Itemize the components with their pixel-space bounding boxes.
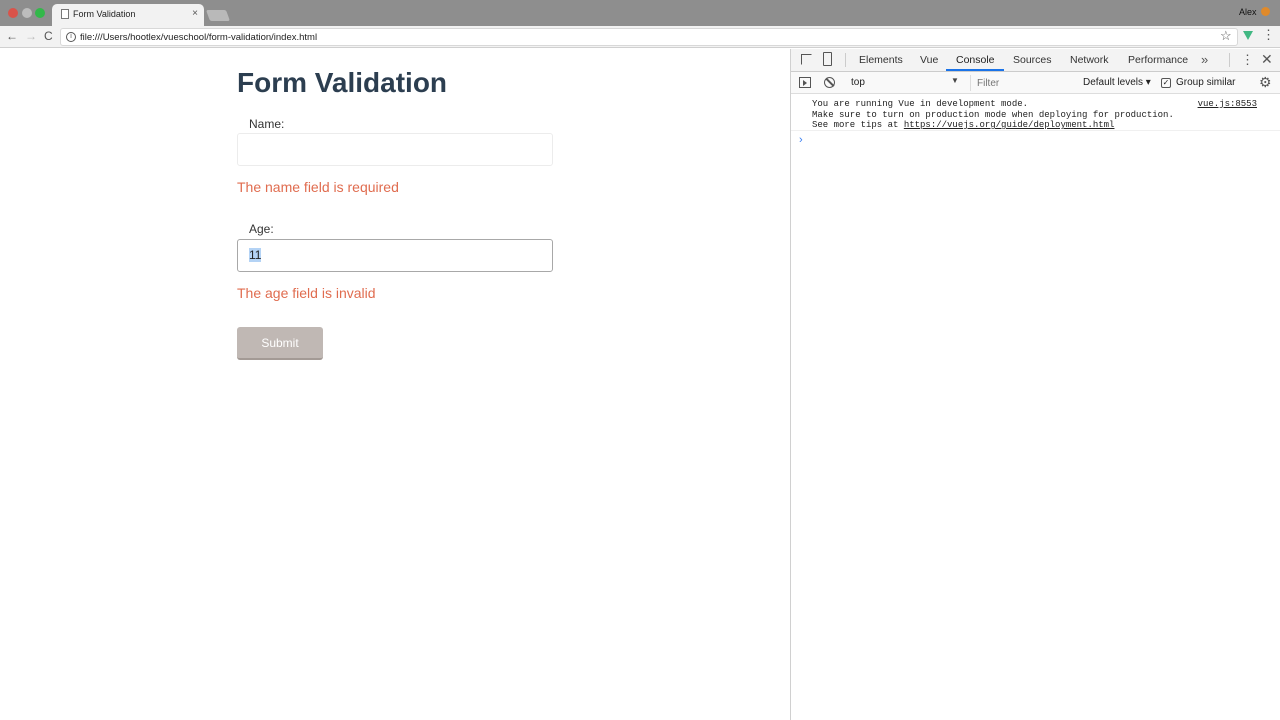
close-window-button[interactable] bbox=[8, 8, 18, 18]
age-label: Age: bbox=[249, 222, 274, 236]
console-filter-bar: top ▼ Default levels ▾ ✓ Group similar ⚙ bbox=[791, 72, 1280, 94]
console-prompt-icon[interactable]: › bbox=[799, 134, 803, 146]
reload-icon[interactable]: C bbox=[44, 29, 53, 43]
tab-sources[interactable]: Sources bbox=[1013, 54, 1052, 66]
title-bar: Form Validation × Alex bbox=[0, 0, 1280, 26]
age-input-value: 11 bbox=[249, 248, 262, 262]
maximize-window-button[interactable] bbox=[35, 8, 45, 18]
tab-elements[interactable]: Elements bbox=[859, 54, 903, 66]
tab-performance[interactable]: Performance bbox=[1128, 54, 1188, 66]
deployment-guide-link[interactable]: https://vuejs.org/guide/deployment.html bbox=[904, 120, 1115, 130]
page-viewport: Form Validation Name: The name field is … bbox=[0, 49, 790, 720]
tab-network[interactable]: Network bbox=[1070, 54, 1109, 66]
devtools-tab-bar: Elements Vue Console Sources Network Per… bbox=[791, 49, 1280, 72]
bookmark-star-icon[interactable]: ☆ bbox=[1220, 28, 1232, 44]
tab-console[interactable]: Console bbox=[956, 54, 995, 66]
console-output: You are running Vue in development mode.… bbox=[791, 95, 1280, 146]
group-similar-label: Group similar bbox=[1176, 77, 1236, 88]
browser-menu-icon[interactable]: ⋮ bbox=[1262, 27, 1275, 43]
console-message: You are running Vue in development mode.… bbox=[791, 95, 1280, 131]
console-filter-input[interactable] bbox=[970, 75, 1076, 91]
toolbar-divider bbox=[845, 53, 846, 67]
context-dropdown-icon[interactable]: ▼ bbox=[951, 76, 959, 85]
tab-close-icon[interactable]: × bbox=[192, 8, 198, 19]
page-title: Form Validation bbox=[237, 67, 448, 98]
context-selector[interactable]: top bbox=[847, 75, 965, 91]
devtools-menu-icon[interactable]: ⋮ bbox=[1241, 52, 1254, 68]
device-toolbar-icon[interactable] bbox=[823, 52, 832, 66]
clear-console-icon[interactable] bbox=[824, 77, 835, 88]
console-sidebar-icon[interactable] bbox=[799, 77, 811, 88]
devtools-panel: Elements Vue Console Sources Network Per… bbox=[790, 49, 1280, 720]
console-source-link[interactable]: vue.js:8553 bbox=[1198, 99, 1257, 110]
submit-button[interactable]: Submit bbox=[237, 327, 323, 360]
tab-title: Form Validation bbox=[73, 9, 136, 19]
log-levels-dropdown[interactable]: Default levels ▾ bbox=[1083, 77, 1151, 88]
group-similar-checkbox[interactable]: ✓ bbox=[1161, 78, 1171, 88]
active-tab-indicator bbox=[946, 69, 1004, 71]
console-text: See more tips at bbox=[812, 120, 904, 130]
age-error-message: The age field is invalid bbox=[237, 285, 376, 301]
address-bar[interactable]: i file:///Users/hootlex/vueschool/form-v… bbox=[60, 28, 1238, 46]
age-input[interactable]: 11 bbox=[237, 239, 553, 272]
forward-arrow-icon[interactable]: → bbox=[25, 29, 37, 43]
close-devtools-icon[interactable]: ✕ bbox=[1261, 51, 1273, 68]
name-input[interactable] bbox=[237, 133, 553, 166]
console-line: See more tips at https://vuejs.org/guide… bbox=[812, 120, 1280, 131]
name-error-message: The name field is required bbox=[237, 179, 399, 195]
vue-devtools-extension-icon[interactable] bbox=[1243, 31, 1253, 40]
tab-vue[interactable]: Vue bbox=[920, 54, 938, 66]
profile-button[interactable]: Alex bbox=[1239, 7, 1270, 17]
browser-tab[interactable]: Form Validation × bbox=[52, 4, 204, 26]
console-line: Make sure to turn on production mode whe… bbox=[812, 109, 1174, 120]
profile-name: Alex bbox=[1238, 7, 1257, 17]
page-icon bbox=[61, 9, 69, 19]
more-tabs-icon[interactable]: » bbox=[1201, 52, 1208, 67]
back-arrow-icon[interactable]: ← bbox=[6, 29, 18, 43]
console-settings-icon[interactable]: ⚙ bbox=[1259, 74, 1272, 91]
inspect-element-icon[interactable] bbox=[801, 54, 812, 65]
name-label: Name: bbox=[249, 117, 285, 131]
minimize-window-button[interactable] bbox=[22, 8, 32, 18]
site-info-icon[interactable]: i bbox=[66, 32, 76, 42]
toolbar-divider bbox=[1229, 53, 1230, 67]
browser-toolbar: ← → C i file:///Users/hootlex/vueschool/… bbox=[0, 26, 1280, 48]
new-tab-button[interactable] bbox=[205, 10, 231, 21]
url-text[interactable]: file:///Users/hootlex/vueschool/form-val… bbox=[80, 32, 317, 43]
profile-avatar-icon bbox=[1261, 7, 1270, 16]
